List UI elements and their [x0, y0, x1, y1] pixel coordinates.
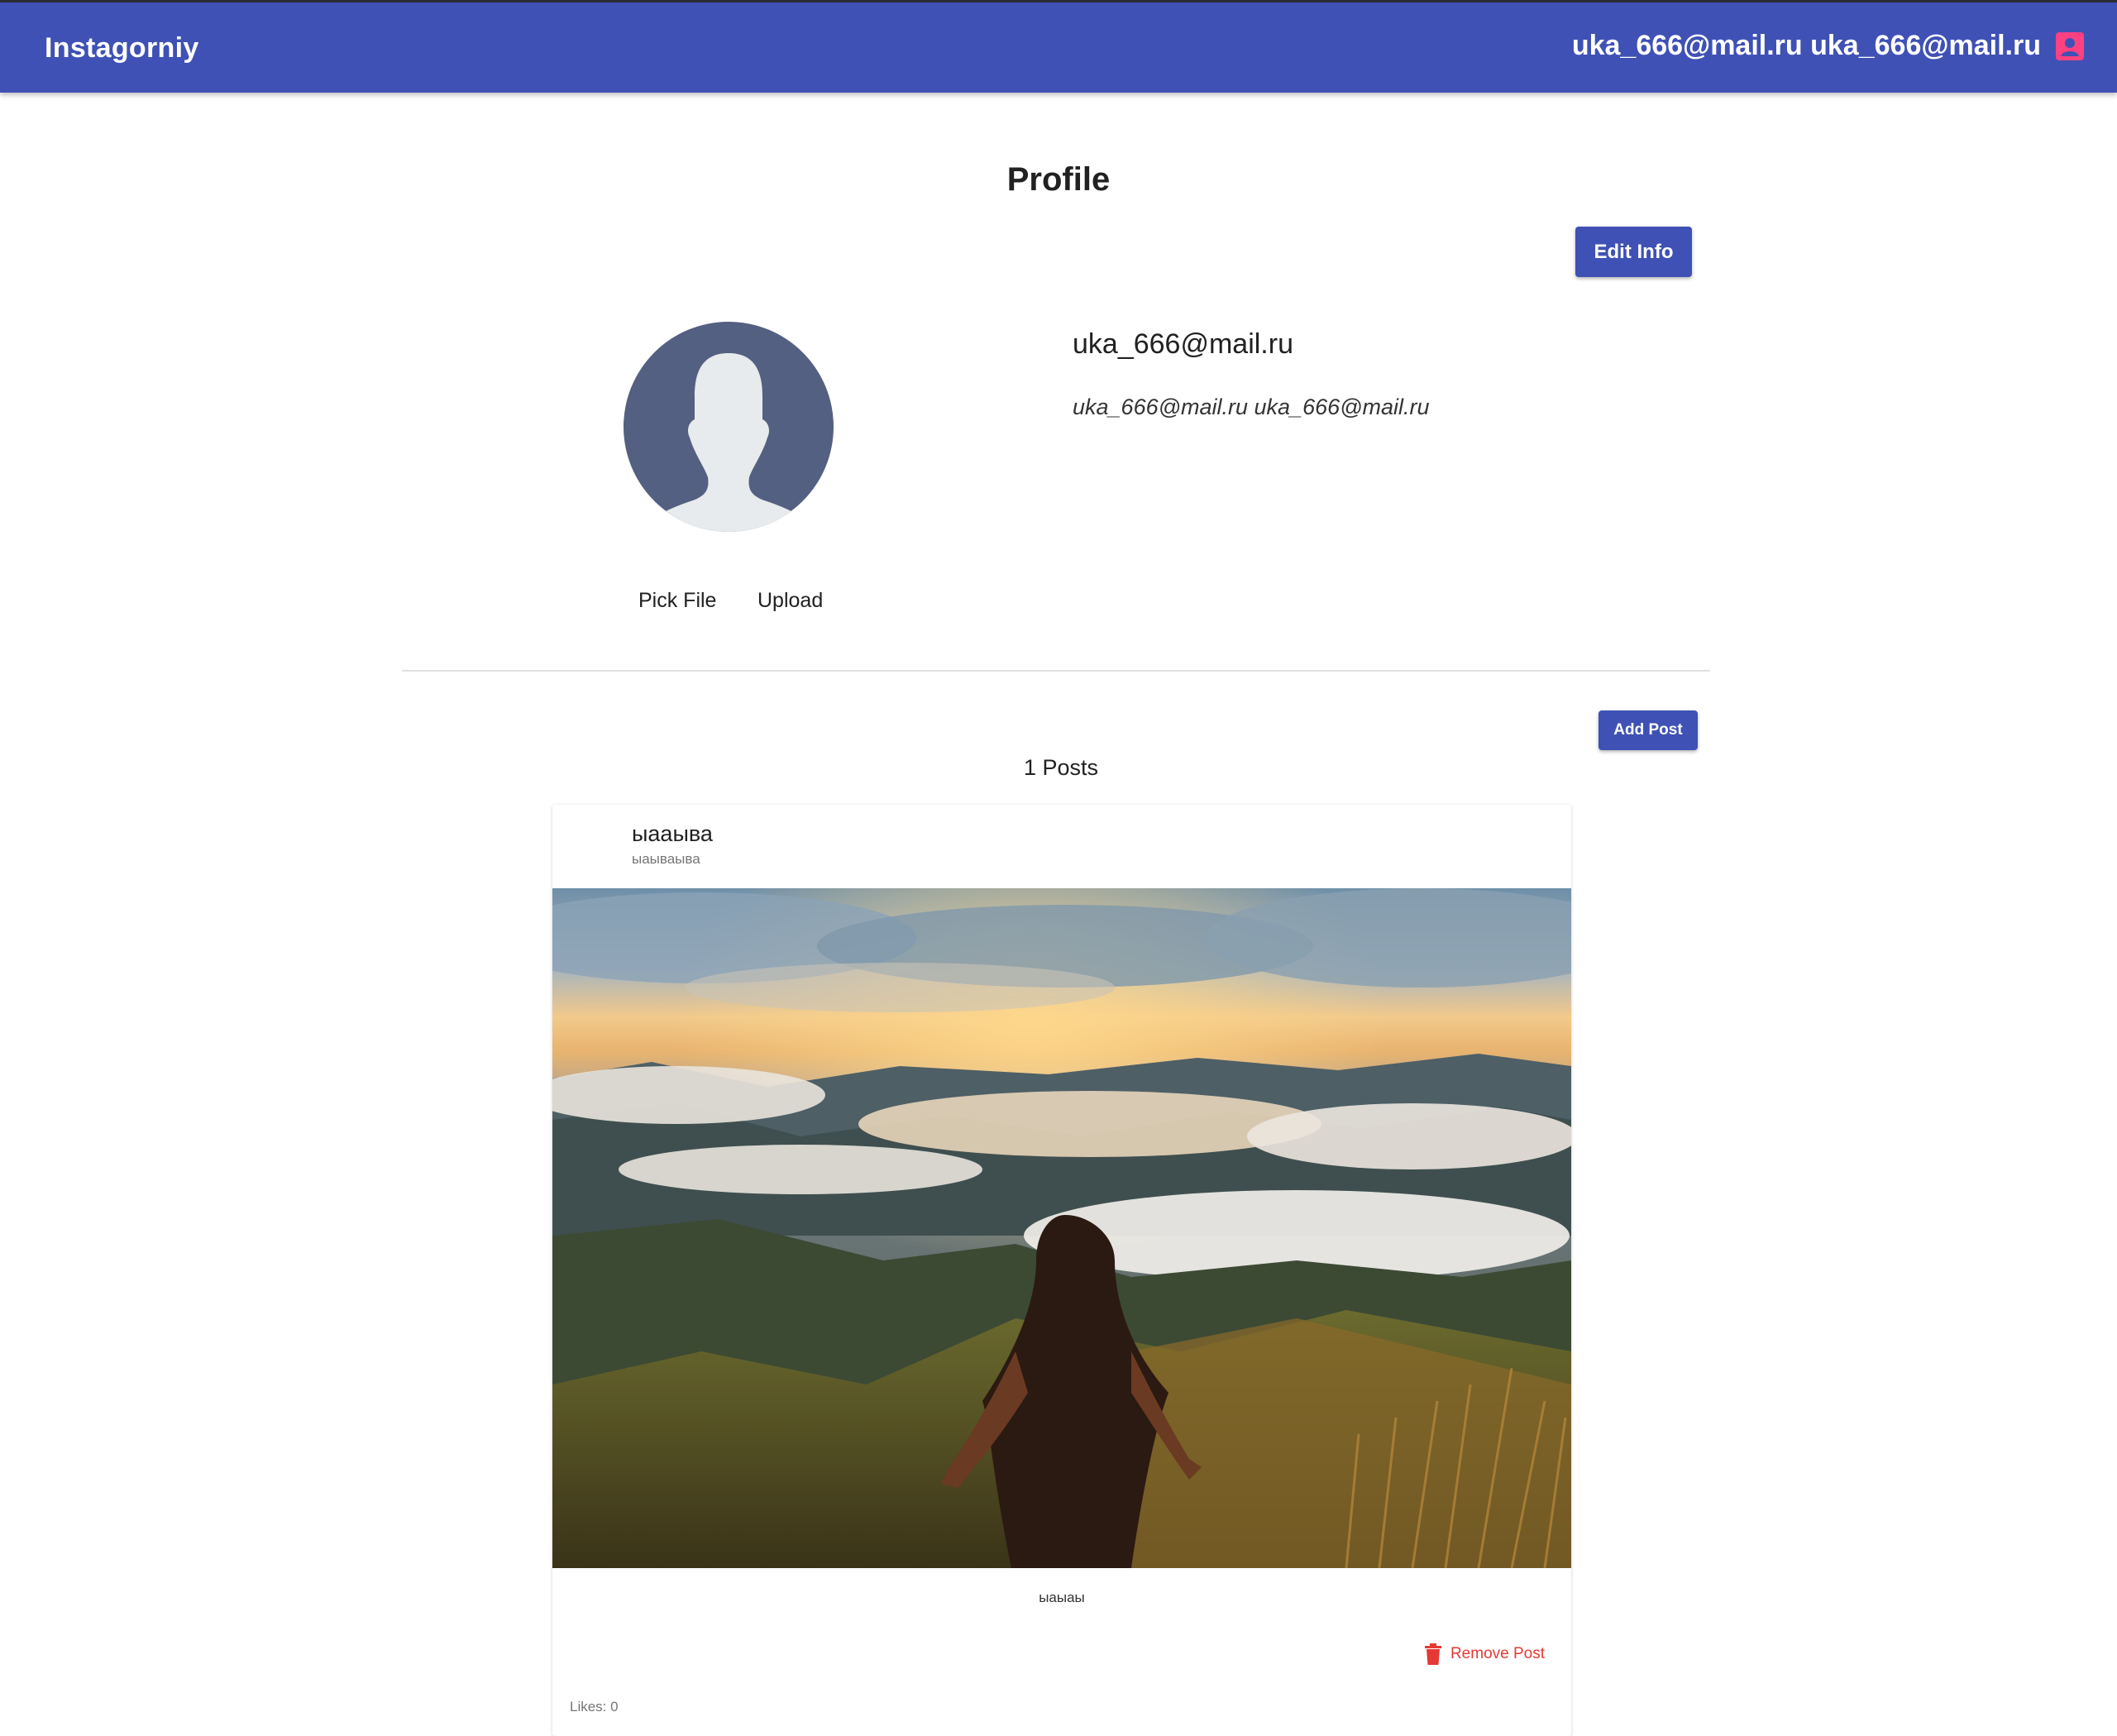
remove-post-label: Remove Post — [1450, 1645, 1545, 1662]
add-post-button[interactable]: Add Post — [1599, 710, 1698, 750]
page-title: Profile — [1006, 161, 1111, 198]
post-card: ыаaыва ыаываыва ыаыаы Remove Post Likes:… — [552, 805, 1571, 1736]
section-divider — [402, 670, 1710, 672]
edit-info-button[interactable]: Edit Info — [1575, 227, 1692, 277]
posts-count: 1 Posts — [1024, 755, 1099, 780]
user-menu[interactable]: uka_666@mail.ru uka_666@mail.ru — [1572, 30, 2084, 62]
profile-full-name: uka_666@mail.ru uka_666@mail.ru — [1073, 395, 1430, 419]
post-caption: ыаыаы — [1039, 1590, 1085, 1605]
remove-post-button[interactable]: Remove Post — [1424, 1643, 1545, 1665]
upload-button[interactable]: Upload — [757, 589, 823, 613]
likes-count: Likes: 0 — [570, 1699, 619, 1714]
profile-username: uka_666@mail.ru — [1073, 328, 1293, 360]
trash-icon — [1424, 1643, 1441, 1665]
user-name[interactable]: uka_666@mail.ru uka_666@mail.ru — [1572, 30, 2041, 62]
post-title: ыаaыва — [632, 821, 713, 846]
default-avatar-icon — [624, 322, 834, 532]
post-subtitle: ыаываыва — [632, 851, 700, 867]
account-box-icon[interactable] — [2056, 31, 2084, 60]
post-image — [552, 888, 1571, 1568]
brand-title[interactable]: Instagorniy — [45, 32, 199, 65]
app-bar: Instagorniy uka_666@mail.ru uka_666@mail… — [0, 2, 2117, 93]
pick-file-button[interactable]: Pick File — [638, 589, 716, 613]
